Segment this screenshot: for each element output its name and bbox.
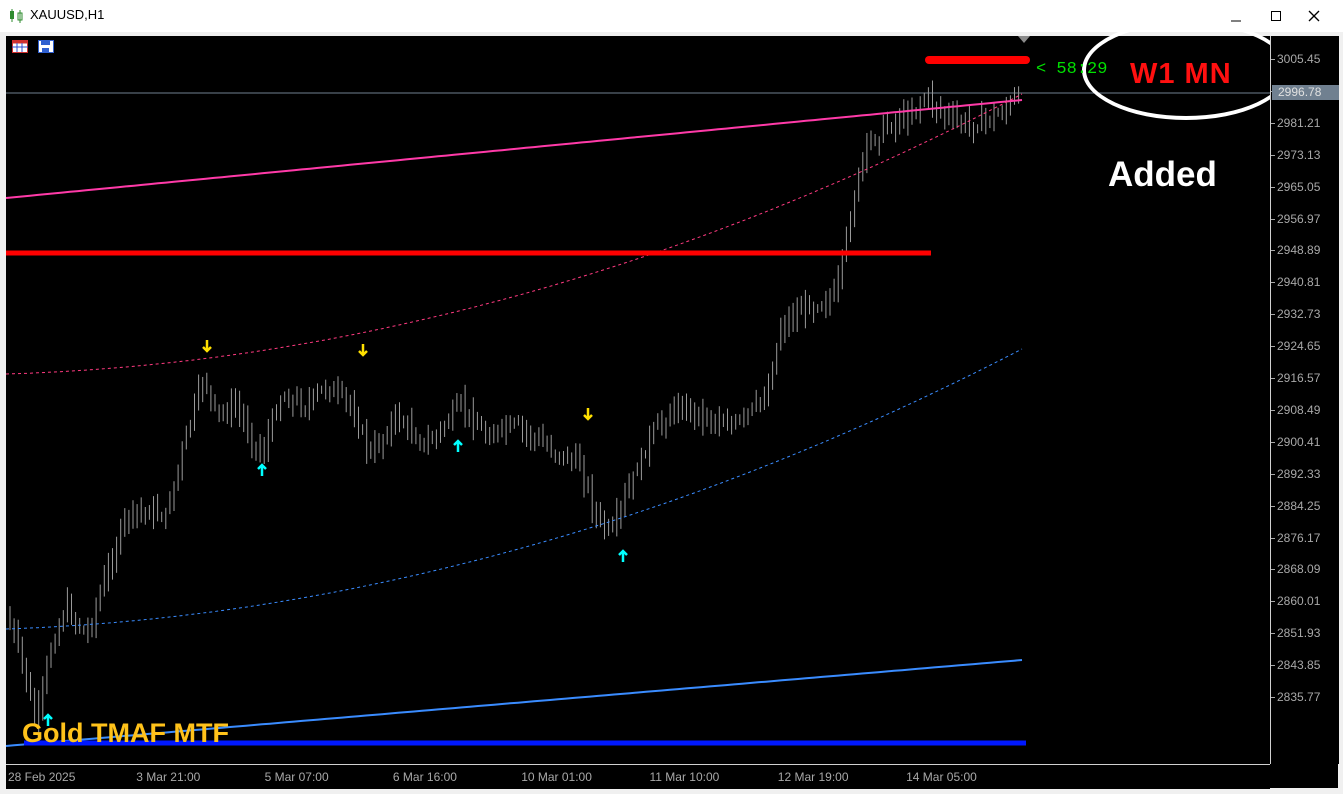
price-axis-label: 2900.41: [1277, 434, 1321, 449]
minimize-icon: [1231, 20, 1241, 22]
price-axis-tick: [1271, 59, 1275, 60]
price-chart[interactable]: [6, 36, 1270, 764]
time-axis-label: 12 Mar 19:00: [777, 770, 849, 784]
time-axis-label: 11 Mar 10:00: [649, 770, 720, 784]
price-axis-label: 2981.21: [1277, 115, 1321, 130]
axis-corner: [1270, 764, 1338, 788]
price-axis-label: 2924.65: [1277, 339, 1321, 354]
price-axis-label: 2835.77: [1277, 690, 1321, 704]
price-axis-tick: [1271, 250, 1275, 252]
window-title: XAUUSD,H1: [30, 7, 105, 22]
price-axis-tick: [1271, 154, 1275, 156]
time-axis-label: 5 Mar 07:00: [264, 770, 329, 784]
close-icon: [1308, 10, 1320, 22]
signal-arrows: [43, 340, 628, 726]
price-axis-tick: [1271, 378, 1275, 379]
buy-arrow-icon: [618, 549, 628, 562]
time-axis-label: 10 Mar 01:00: [521, 770, 592, 784]
time-axis-label: 14 Mar 05:00: [906, 770, 977, 784]
price-axis-label: 2851.93: [1277, 626, 1321, 641]
price-axis-tick: [1271, 537, 1275, 539]
maximize-button[interactable]: [1258, 0, 1294, 32]
sell-arrow-icon: [202, 340, 212, 353]
time-axis-label: 6 Mar 16:00: [392, 770, 457, 784]
time-axis[interactable]: 28 Feb 2025 3 Mar 21:00 5 Mar 07:00 6 Mar 1…: [6, 764, 1270, 789]
price-axis-label: 2860.01: [1277, 594, 1321, 609]
indicator-name-label: Gold TMAF MTF: [22, 718, 229, 748]
time-axis-label: 3 Mar 21:00: [136, 770, 201, 784]
timeframe-note: W1 MN: [1130, 58, 1232, 90]
buy-arrow-icon: [453, 439, 463, 452]
price-axis-label: 2973.13: [1277, 147, 1321, 162]
price-axis-tick: [1271, 346, 1275, 348]
sell-arrow-icon: [583, 408, 593, 421]
chart-window-icon: [10, 9, 23, 23]
price-axis-tick: [1271, 601, 1275, 603]
price-axis-tick: [1271, 697, 1275, 698]
chart-shift-marker[interactable]: [1018, 36, 1030, 43]
price-axis-label: 2965.05: [1277, 179, 1321, 194]
price-axis-label: 2940.81: [1277, 275, 1321, 290]
price-axis-tick: [1271, 505, 1275, 507]
candle-countdown: < 58:29: [1036, 60, 1108, 79]
maximize-icon: [1271, 11, 1281, 21]
close-button[interactable]: [1296, 0, 1332, 32]
price-axis-label: 2876.17: [1277, 530, 1321, 545]
price-axis-tick: [1271, 633, 1275, 635]
sell-arrow-icon: [358, 344, 368, 357]
price-axis-label: 2908.49: [1277, 402, 1321, 417]
price-axis[interactable]: 3005.452989.292981.212973.132965.052956.…: [1270, 36, 1339, 764]
price-axis-tick: [1271, 569, 1275, 571]
table-icon[interactable]: [12, 40, 28, 53]
price-axis-label: 2916.57: [1277, 371, 1321, 385]
price-axis-tick: [1271, 314, 1275, 316]
price-axis-tick: [1271, 186, 1275, 188]
time-axis-label: 28 Feb 2025: [8, 770, 76, 784]
price-axis-label: 2884.25: [1277, 498, 1321, 513]
price-axis-label: 3005.45: [1277, 52, 1321, 66]
price-axis-label: 2892.33: [1277, 466, 1321, 481]
price-axis-tick: [1271, 473, 1275, 475]
price-axis-label: 2956.97: [1277, 211, 1321, 226]
price-axis-label: 2948.89: [1277, 243, 1321, 258]
lower-band-dashed: [6, 348, 1023, 630]
save-icon[interactable]: [38, 40, 54, 53]
chart-canvas[interactable]: [6, 36, 1270, 764]
price-axis-tick: [1271, 409, 1275, 411]
price-axis-tick: [1271, 441, 1275, 443]
price-axis-label: 2932.73: [1277, 307, 1321, 322]
buy-arrow-icon: [257, 463, 267, 476]
price-axis-tick: [1271, 218, 1275, 220]
price-axis-label: 2843.85: [1277, 658, 1321, 673]
upper-band-solid: [6, 99, 1023, 199]
price-axis-tick: [1271, 122, 1275, 124]
price-axis-label: 2868.09: [1277, 562, 1321, 577]
price-axis-tick: [1271, 665, 1275, 667]
upper-band-dashed: [6, 93, 1023, 375]
current-price-label: 2996.78: [1272, 85, 1339, 100]
candlesticks: [9, 80, 1020, 736]
added-note: Added: [1108, 155, 1217, 194]
price-axis-tick: [1271, 282, 1275, 284]
